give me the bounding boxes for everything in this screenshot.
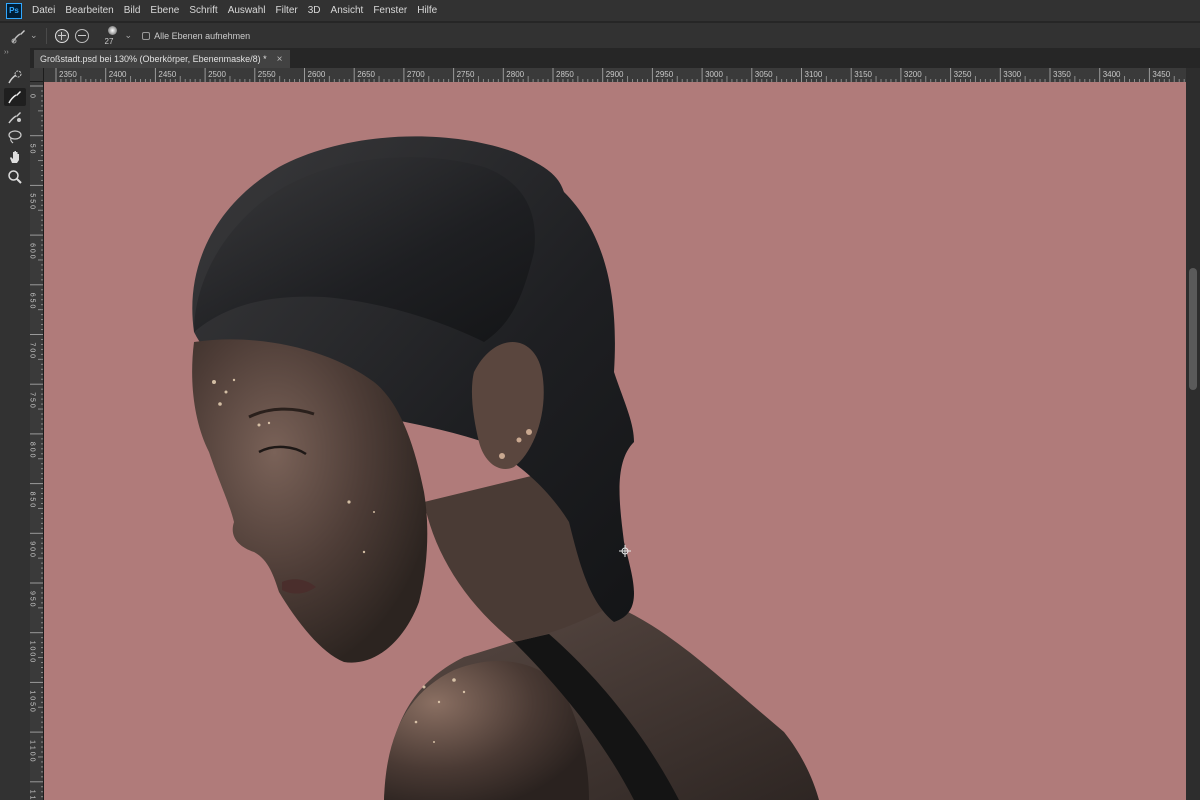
menu-bar: Ps Datei Bearbeiten Bild Ebene Schrift Auswah… xyxy=(0,0,1200,21)
ruler-label: 8 0 0 xyxy=(30,442,36,458)
menu-fenster[interactable]: Fenster xyxy=(373,5,407,16)
ruler-label: 5 0 xyxy=(30,144,36,154)
ruler-label: 2850 xyxy=(556,70,574,79)
ruler-label: 9 5 0 xyxy=(30,591,36,607)
ruler-label: 3200 xyxy=(904,70,922,79)
menu-auswahl[interactable]: Auswahl xyxy=(228,5,266,16)
ruler-label: 8 5 0 xyxy=(30,492,36,508)
ruler-label: 3100 xyxy=(805,70,823,79)
photo-woman-cutout xyxy=(192,136,819,800)
ruler-label: 3450 xyxy=(1152,70,1170,79)
ruler-label: 5 5 0 xyxy=(30,193,36,209)
sample-all-layers-label: Alle Ebenen aufnehmen xyxy=(154,30,251,41)
hand-icon xyxy=(10,151,19,163)
ruler-label: 3150 xyxy=(854,70,872,79)
brush-icon xyxy=(8,112,21,124)
brush-size-picker[interactable]: 27 xyxy=(103,25,123,47)
ruler-label: 6 5 0 xyxy=(30,293,36,309)
menu-hilfe[interactable]: Hilfe xyxy=(417,5,437,16)
scrollbar-thumb[interactable] xyxy=(1189,268,1197,390)
vertical-scrollbar[interactable] xyxy=(1186,68,1200,800)
restore-original-edge-button[interactable] xyxy=(74,28,89,43)
tool-refine-edge-brush[interactable] xyxy=(4,88,26,106)
menu-items: Datei Bearbeiten Bild Ebene Schrift Auswahl Fi… xyxy=(32,5,447,16)
ruler-label: 1 0 5 0 xyxy=(30,690,36,712)
ruler-label: 2550 xyxy=(258,70,276,79)
ruler-label: 2700 xyxy=(407,70,425,79)
tool-brush[interactable] xyxy=(4,108,26,126)
lasso-icon xyxy=(8,130,22,144)
ruler-label: 3400 xyxy=(1103,70,1121,79)
tool-quick-selection[interactable] xyxy=(4,68,26,86)
tool-spacer xyxy=(0,58,30,66)
sample-all-layers-checkbox[interactable] xyxy=(142,31,151,40)
document-canvas[interactable] xyxy=(44,82,1186,800)
tool-zoom[interactable] xyxy=(4,168,26,186)
photoshop-logo-icon[interactable]: Ps xyxy=(6,2,22,19)
menu-ansicht[interactable]: Ansicht xyxy=(331,5,364,16)
ruler-label: 2600 xyxy=(308,70,326,79)
close-icon[interactable]: × xyxy=(277,54,283,65)
refine-edge-brush-icon xyxy=(11,29,25,43)
ruler-label: 7 0 0 xyxy=(30,343,36,359)
ruler-label: 3300 xyxy=(1003,70,1021,79)
separator xyxy=(45,27,47,44)
ruler-label: 1 0 0 0 xyxy=(30,641,36,663)
menu-bearbeiten[interactable]: Bearbeiten xyxy=(65,5,113,16)
menu-3d[interactable]: 3D xyxy=(308,5,321,16)
menu-ebene[interactable]: Ebene xyxy=(150,5,179,16)
ruler-label: 2350 xyxy=(59,70,77,79)
refine-edge-brush-icon xyxy=(8,91,21,104)
ruler-label: 6 0 0 xyxy=(30,243,36,259)
menu-filter[interactable]: Filter xyxy=(276,5,298,16)
document-tab-title: Großstadt.psd bei 130% (Oberkörper, Eben… xyxy=(40,54,267,64)
ruler-label: 3000 xyxy=(705,70,723,79)
tool-lasso[interactable] xyxy=(4,128,26,146)
chevron-down-icon[interactable]: ⌄ xyxy=(125,30,133,41)
ruler-label: 3050 xyxy=(755,70,773,79)
expand-detection-button[interactable] xyxy=(54,28,69,43)
ruler-label: 7 5 0 xyxy=(30,392,36,408)
quick-selection-icon xyxy=(8,70,22,84)
ruler-label: 2950 xyxy=(655,70,673,79)
ruler-vertical-ticks: 0 5 0 5 5 0 6 0 0 6 5 0 7 0 0 7 5 0 8 0 0 8 5 0 9… xyxy=(30,85,43,800)
ruler-label: 2750 xyxy=(457,70,475,79)
brush-size-value: 27 xyxy=(104,36,114,46)
tool-hand[interactable] xyxy=(4,148,26,166)
menu-datei[interactable]: Datei xyxy=(32,5,55,16)
collapse-panel-icon[interactable]: ›› xyxy=(0,48,30,58)
ruler-label: 2500 xyxy=(208,70,226,79)
ruler-label: 2400 xyxy=(109,70,127,79)
document-tab-strip: Großstadt.psd bei 130% (Oberkörper, Eben… xyxy=(30,48,1200,68)
menu-schrift[interactable]: Schrift xyxy=(189,5,217,16)
zoom-icon xyxy=(8,170,22,184)
ruler-horizontal[interactable]: 2350 2400 2450 2500 2550 2600 2650 2700 2750 2800… xyxy=(44,68,1188,83)
chevron-down-icon[interactable]: ⌄ xyxy=(30,30,38,41)
ruler-horizontal-ticks: 2350 2400 2450 2500 2550 2600 2650 2700 2750 2800… xyxy=(55,68,1185,82)
brush-tip-icon xyxy=(107,25,117,35)
ruler-label: 1 1 5 0 xyxy=(30,790,36,800)
ruler-label: 0 xyxy=(30,94,36,98)
tool-panel: ›› xyxy=(0,48,30,800)
ruler-label: 2650 xyxy=(357,70,375,79)
ruler-label: 2450 xyxy=(158,70,176,79)
ruler-origin[interactable] xyxy=(30,68,44,82)
options-bar: ⌄ 27 ⌄ Alle Ebenen aufnehmen xyxy=(0,22,1200,48)
ruler-vertical[interactable]: 0 5 0 5 5 0 6 0 0 6 5 0 7 0 0 7 5 0 8 0 0 8 5 0 9… xyxy=(30,82,44,800)
ruler-label: 3350 xyxy=(1053,70,1071,79)
tool-preset-picker[interactable] xyxy=(10,27,28,45)
menu-bild[interactable]: Bild xyxy=(124,5,141,16)
ruler-label: 3250 xyxy=(954,70,972,79)
ruler-label: 9 0 0 xyxy=(30,541,36,557)
ruler-label: 2800 xyxy=(506,70,524,79)
document-tab[interactable]: Großstadt.psd bei 130% (Oberkörper, Eben… xyxy=(34,50,291,68)
ruler-label: 2900 xyxy=(606,70,624,79)
ruler-label: 1 1 0 0 xyxy=(30,740,36,762)
